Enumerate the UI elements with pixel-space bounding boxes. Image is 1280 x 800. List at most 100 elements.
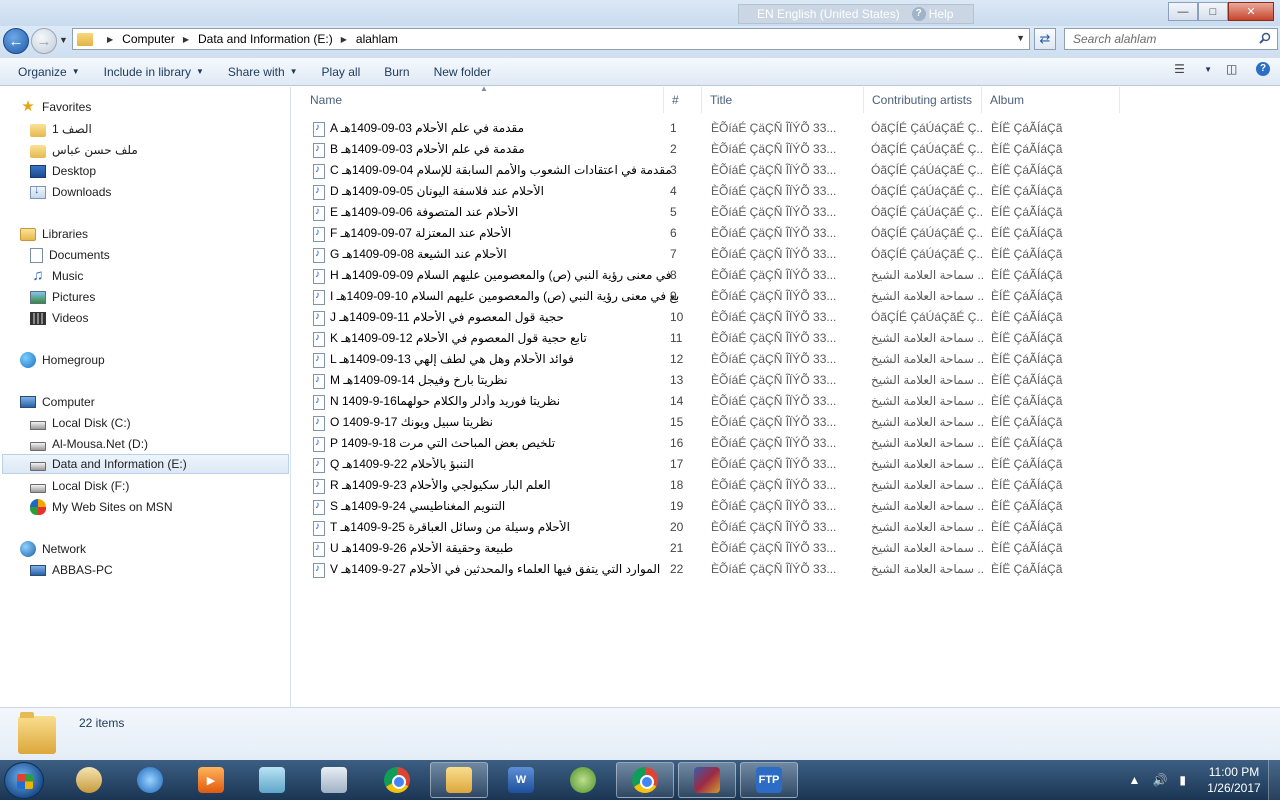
volume-icon[interactable]: 🔊 [1152,773,1167,787]
nav-drive-d[interactable]: Al-Mousa.Net (D:) [30,434,148,454]
table-row[interactable]: D الأحلام عند فلاسفة اليونان 05-09-1409ه… [292,182,1122,203]
chevron-right-icon[interactable]: ▶ [183,35,189,44]
nav-documents[interactable]: Documents [30,245,110,265]
nav-computer[interactable]: Computer [20,392,95,412]
nav-drive-f[interactable]: Local Disk (F:) [30,476,129,496]
table-row[interactable]: E الأحلام عند المتصوفة 06-09-1409هـ 5 ÈÕíá… [292,203,1122,224]
table-row[interactable]: J حجية قول المعصوم في الأحلام 11-09-1409… [292,308,1122,329]
taskbar-paint[interactable] [60,762,118,798]
show-desktop-button[interactable] [1268,760,1280,800]
nav-favorites[interactable]: ★ Favorites [20,97,91,117]
table-row[interactable]: U طبيعة وحقيقة الأحلام 26-9-1409هـ 21 ÈÕíá… [292,539,1122,560]
close-button[interactable]: ✕ [1228,2,1274,21]
file-list: ▲ Name # Title Contributing artists Albu… [292,84,1280,707]
show-hidden-icons-icon[interactable]: ▲ [1129,773,1141,787]
table-row[interactable]: A مقدمة في علم الأحلام 03-09-1409هـ 1 ÈÕíá… [292,119,1122,140]
search-box[interactable] [1064,28,1278,50]
breadcrumb-computer[interactable]: Computer [122,32,175,46]
nav-desktop[interactable]: Desktop [30,161,96,181]
maximize-button[interactable]: □ [1198,2,1228,21]
table-row[interactable]: F الأحلام عند المعتزلة 07-09-1409هـ 6 ÈÕíá… [292,224,1122,245]
language-label[interactable]: EN English (United States) [757,7,900,21]
table-row[interactable]: V الموارد التي يتفق فيها العلماء والمحدث… [292,560,1122,581]
column-header-album[interactable]: Album [982,87,1120,113]
taskbar-ftp[interactable]: FTP [740,762,798,798]
table-row[interactable]: N نظريتا فوريد وأدلر والكلام حولهما16-9-… [292,392,1122,413]
minimize-button[interactable]: — [1168,2,1198,21]
table-row[interactable]: I تابع في معنى رؤية النبي (ص) والمعصومين… [292,287,1122,308]
clock[interactable]: 11:00 PM 1/26/2017 [1204,764,1264,796]
search-icon[interactable] [1259,32,1271,44]
nav-network-pc[interactable]: ABBAS-PC [30,560,113,580]
taskbar-people[interactable] [554,762,612,798]
table-row[interactable]: P تلخيص بعض المباحث التي مرت 18-9-1409 16… [292,434,1122,455]
taskbar-chrome[interactable] [368,762,426,798]
taskbar-winrar[interactable] [678,762,736,798]
nav-downloads[interactable]: Downloads [30,182,111,202]
table-row[interactable]: O نظريتا سبيل ويونك 17-9-1409 15 ÈÕíáÉ ÇäÇ… [292,413,1122,434]
recent-pages-dropdown[interactable]: ▼ [59,35,68,45]
refresh-button[interactable]: ⇄ [1034,28,1056,50]
nav-videos[interactable]: Videos [30,308,88,328]
taskbar-ie[interactable] [121,762,179,798]
table-row[interactable]: T الأحلام وسيلة من وسائل العباقرة 25-9-1… [292,518,1122,539]
table-row[interactable]: C مقدمة في اعتقادات الشعوب والأمم السابق… [292,161,1122,182]
chevron-right-icon[interactable]: ▶ [107,35,113,44]
contributing-artist: سماحة العلامة الشيخ ... [871,436,983,450]
nav-drive-e[interactable]: Data and Information (E:) [2,454,289,474]
taskbar-calculator[interactable] [305,762,363,798]
taskbar-explorer[interactable] [430,762,488,798]
nav-music[interactable]: ♫ Music [30,266,83,286]
share-with-button[interactable]: Share with ▼ [220,60,306,84]
address-bar[interactable]: ▶ Computer ▶ Data and Information (E:) ▶… [72,28,1030,50]
help-button[interactable]: ? Help [911,7,953,21]
table-row[interactable]: K تابع حجية قول المعصوم في الأحلام 12-09… [292,329,1122,350]
nav-favorite-item[interactable]: ملف حسن عباس [30,140,138,160]
address-dropdown-icon[interactable]: ▼ [1016,33,1025,43]
chevron-right-icon[interactable]: ▶ [341,35,347,44]
include-in-library-button[interactable]: Include in library ▼ [96,60,212,84]
table-row[interactable]: S التنويم المغناطيسي 24-9-1409هـ 19 ÈÕíáÉ … [292,497,1122,518]
table-row[interactable]: H في معنى رؤية النبي (ص) والمعصومين عليه… [292,266,1122,287]
taskbar-media-player[interactable]: ▶ [182,762,240,798]
table-row[interactable]: M نظريتا بارخ وفيجل 14-09-1409هـ 13 ÈÕíáÉ … [292,371,1122,392]
column-header-title[interactable]: Title [702,87,864,113]
column-header-name[interactable]: Name [302,87,664,113]
nav-drive-c[interactable]: Local Disk (C:) [30,413,131,433]
help-icon[interactable]: ? [1256,62,1270,76]
nav-msn-sites[interactable]: My Web Sites on MSN [30,497,172,517]
nav-libraries[interactable]: Libraries [20,224,88,244]
start-button[interactable] [4,762,44,799]
table-row[interactable]: Q التنبؤ بالأحلام 22-9-1409هـ 17 ÈÕíáÉ ÇäÇ… [292,455,1122,476]
nav-homegroup[interactable]: Homegroup [20,350,105,370]
forward-button[interactable]: → [31,28,57,54]
burn-button[interactable]: Burn [376,60,417,84]
breadcrumb-folder[interactable]: alahlam [356,32,398,46]
table-row[interactable]: R العلم البار سكيولجي والأحلام 23-9-1409… [292,476,1122,497]
taskbar-word[interactable]: W [492,762,550,798]
table-row[interactable]: B مقدمة في علم الأحلام 03-09-1409هـ 2 ÈÕíá… [292,140,1122,161]
table-row[interactable]: L فوائد الأحلام وهل هي لطف إلهي 13-09-14… [292,350,1122,371]
details-view-icon[interactable]: ☰ [1174,62,1190,76]
language-bar[interactable]: EN English (United States) ? Help [738,4,974,24]
nav-pictures[interactable]: Pictures [30,287,95,307]
column-header-number[interactable]: # [664,87,702,113]
nav-favorite-item[interactable]: الصف 1 [30,119,92,139]
search-input[interactable] [1065,29,1245,49]
taskbar-chrome-2[interactable] [616,762,674,798]
track-title: ÈÕíáÉ ÇäÇÑ ÎÏÝÕ 33... [711,289,837,303]
preview-pane-icon[interactable]: ◫ [1226,62,1242,76]
play-all-button[interactable]: Play all [314,60,369,84]
album: ÈÍË ÇáÃÍáÇã [991,268,1063,282]
refresh-icon: ⇄ [1039,31,1051,46]
taskbar-book[interactable] [243,762,301,798]
new-folder-button[interactable]: New folder [426,60,499,84]
column-header-artists[interactable]: Contributing artists [864,87,982,113]
nav-network[interactable]: Network [20,539,86,559]
back-button[interactable]: ← [3,28,29,54]
table-row[interactable]: G الأحلام عند الشيعة 08-09-1409هـ 7 ÈÕíáÉ … [292,245,1122,266]
view-options-dropdown-icon[interactable]: ▼ [1204,65,1212,74]
network-signal-icon[interactable]: ▮ [1179,773,1186,787]
organize-button[interactable]: Organize ▼ [10,60,88,84]
breadcrumb-drive[interactable]: Data and Information (E:) [198,32,333,46]
